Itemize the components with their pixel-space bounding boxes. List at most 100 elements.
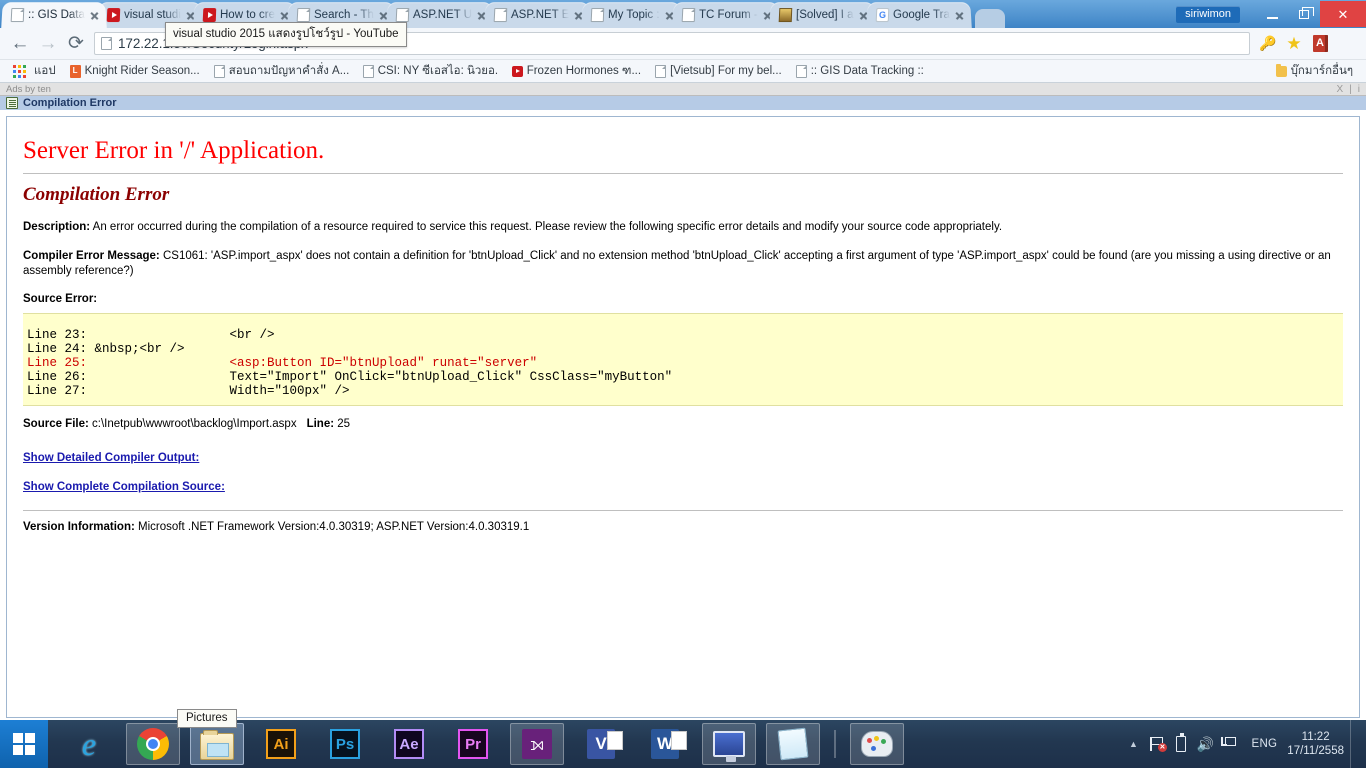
action-center-flag-icon[interactable]: ✕ — [1145, 732, 1169, 756]
taskbar-item-google-chrome[interactable] — [126, 723, 180, 765]
tab-title: ASP.NET U — [412, 9, 471, 21]
show-detailed-compiler-output-link[interactable]: Show Detailed Compiler Output: — [23, 452, 1343, 464]
paint-icon — [861, 731, 893, 757]
reload-button[interactable]: ⟳ — [62, 30, 90, 58]
taskbar-item-file-explorer[interactable] — [190, 723, 244, 765]
windows-logo-icon — [13, 733, 35, 755]
taskbar-item-after-effects[interactable]: Ae — [382, 723, 436, 765]
chrome-menu-icon[interactable] — [1334, 32, 1358, 56]
tab-hover-tooltip: visual studio 2015 แสดงรูปโชว์รูป - YouT… — [165, 22, 407, 47]
browser-tab-7[interactable]: TC Forum - — [672, 2, 779, 28]
key-icon[interactable]: 🔑 — [1256, 32, 1280, 56]
source-file-label: Source File: — [23, 418, 89, 430]
taskbar-item-notepad[interactable] — [766, 723, 820, 765]
version-information: Version Information: Microsoft .NET Fram… — [23, 521, 1343, 533]
tab-close-icon[interactable] — [87, 8, 103, 23]
source-error-label: Source Error: — [23, 293, 1343, 305]
back-button[interactable]: ← — [6, 30, 34, 58]
document-icon — [395, 8, 409, 22]
user-profile-chip[interactable]: siriwimon — [1176, 6, 1240, 23]
image-icon — [779, 8, 793, 22]
version-label: Version Information: — [23, 521, 135, 533]
language-indicator[interactable]: ENG — [1241, 738, 1285, 750]
other-bookmarks-button[interactable]: บุ๊กมาร์กอื่นๆ — [1269, 61, 1360, 81]
taskbar-item-paint[interactable] — [850, 723, 904, 765]
browser-tab-5[interactable]: ASP.NET E — [484, 2, 591, 28]
description-paragraph: Description: An error occurred during th… — [23, 220, 1343, 236]
new-tab-button[interactable] — [975, 9, 1005, 28]
bookmark-item-2[interactable]: สอบถามปัญหาคำสั่ง A... — [207, 61, 356, 81]
maximize-button[interactable] — [1288, 1, 1320, 27]
ad-panel-title: Compilation Error — [23, 97, 117, 109]
taskbar-item-illustrator[interactable]: Ai — [254, 723, 308, 765]
youtube-icon — [512, 66, 523, 77]
forward-button[interactable]: → — [34, 30, 62, 58]
clock[interactable]: 11:22 17/11/2558 — [1285, 730, 1350, 758]
source-file-value: c:\Inetpub\wwwroot\backlog\Import.aspx — [92, 418, 297, 430]
apps-grid-icon — [13, 65, 26, 78]
action-center-badge: ✕ — [1158, 743, 1167, 752]
bookmark-item-3[interactable]: CSI: NY ซีเอสไอ: นิวยอ... — [356, 61, 505, 81]
start-button[interactable] — [0, 720, 48, 768]
bookmark-item-4[interactable]: Frozen Hormones ฑ... — [505, 61, 648, 81]
taskbar-item-photoshop[interactable]: Ps — [318, 723, 372, 765]
bookmark-item-6[interactable]: :: GIS Data Tracking :: — [789, 61, 931, 81]
ads-controls: X | i — [1336, 84, 1360, 95]
document-icon — [493, 8, 507, 22]
minimize-button[interactable] — [1256, 1, 1288, 27]
page-frame: Server Error in '/' Application. Compila… — [6, 116, 1360, 718]
folder-pictures-icon — [200, 733, 234, 760]
tab-title: Google Tra — [893, 9, 950, 21]
illustrator-icon: Ai — [266, 729, 296, 759]
bookmark-item-1[interactable]: L Knight Rider Season... — [63, 61, 207, 81]
bookmark-label: [Vietsub] For my bel... — [670, 65, 782, 77]
browser-tab-8[interactable]: [Solved] I a — [770, 2, 876, 28]
description-label: Description: — [23, 221, 90, 233]
tab-title: TC Forum - — [698, 9, 757, 21]
taskbar-divider — [834, 730, 836, 758]
bookmark-label: สอบถามปัญหาคำสั่ง A... — [229, 62, 349, 80]
visio-icon: V — [587, 729, 615, 759]
tray-overflow-arrow-icon[interactable]: ▲ — [1121, 732, 1145, 756]
tab-title: [Solved] I a — [796, 9, 854, 21]
taskbar-item-visual-studio[interactable]: ⟕ — [510, 723, 564, 765]
show-complete-compilation-source-link[interactable]: Show Complete Compilation Source: — [23, 481, 1343, 493]
source-code-block: Line 23: <br /> Line 24: &nbsp;<br /> Li… — [23, 313, 1343, 406]
document-icon — [296, 8, 310, 22]
document-lines-icon — [6, 97, 18, 109]
page-info-icon[interactable] — [101, 37, 112, 50]
taskbar-item-word[interactable]: W — [638, 723, 692, 765]
source-file-line: Source File: c:\Inetpub\wwwroot\backlog\… — [23, 418, 1343, 430]
bookmark-item-5[interactable]: [Vietsub] For my bel... — [648, 61, 789, 81]
taskbar-item-visio[interactable]: V — [574, 723, 628, 765]
show-desktop-button[interactable] — [1350, 720, 1358, 768]
source-code-line: Line 23: <br /> — [27, 328, 275, 342]
browser-tab-6[interactable]: My Topic : — [581, 2, 681, 28]
after-effects-icon: Ae — [394, 729, 424, 759]
taskbar-item-premiere-pro[interactable]: Pr — [446, 723, 500, 765]
dictionary-extension-icon[interactable]: A — [1308, 32, 1332, 56]
network-icon[interactable] — [1217, 732, 1241, 756]
browser-tab-9[interactable]: G Google Tra — [866, 2, 972, 28]
bookmark-label: Frozen Hormones ฑ... — [527, 62, 641, 80]
star-icon[interactable]: ★ — [1282, 32, 1306, 56]
browser-tab-0[interactable]: :: GIS Data — [1, 2, 106, 28]
volume-icon[interactable]: 🔊 — [1193, 732, 1217, 756]
bookmark-label: บุ๊กมาร์กอื่นๆ — [1291, 62, 1353, 80]
tab-close-icon[interactable] — [952, 8, 968, 23]
chrome-icon — [137, 728, 169, 760]
document-icon — [11, 8, 25, 22]
title-divider — [23, 173, 1343, 174]
ads-close-icon[interactable]: X — [1336, 84, 1343, 95]
taskbar-item-remote-desktop[interactable] — [702, 723, 756, 765]
taskbar-item-internet-explorer[interactable]: e — [62, 723, 116, 765]
bookmark-apps[interactable]: แอป — [6, 61, 63, 81]
window-controls: siriwimon ✕ — [1176, 0, 1366, 28]
chrome-browser-window: :: GIS Data visual studi How to cre Sear… — [0, 0, 1366, 720]
close-window-button[interactable]: ✕ — [1320, 1, 1366, 27]
clock-time: 11:22 — [1287, 730, 1344, 744]
battery-icon[interactable] — [1169, 732, 1193, 756]
tab-title: Search - Th — [314, 9, 374, 21]
ads-info-icon[interactable]: i — [1358, 84, 1360, 95]
clock-date: 17/11/2558 — [1287, 744, 1344, 758]
